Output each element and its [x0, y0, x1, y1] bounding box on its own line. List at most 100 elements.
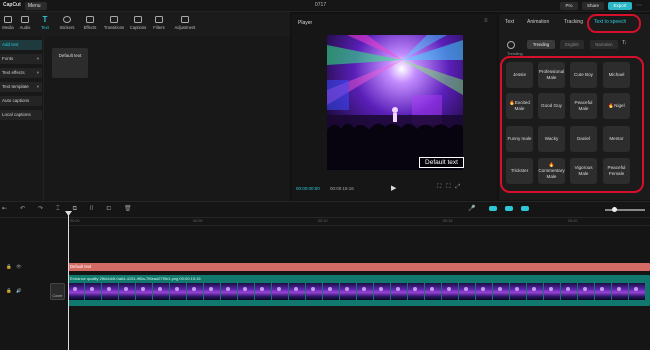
category-label: Local captions	[2, 112, 31, 117]
concert-image	[327, 35, 463, 170]
video-thumbnail	[357, 283, 373, 300]
category-text-effects[interactable]: Text effects ▾	[0, 68, 42, 78]
tool-filters[interactable]: Filters	[147, 15, 171, 35]
media-icon	[4, 16, 12, 23]
player-controls[interactable]: ⛶⛶⤢	[437, 184, 465, 191]
video-thumbnail	[578, 283, 594, 300]
category-label: Fonts	[2, 56, 14, 61]
chevron-down-icon: ▾	[36, 70, 39, 75]
menu-icon[interactable]: ≡	[484, 18, 488, 24]
text-category-panel: Add text Fonts ▾ Text effects ▾ Text templ…	[0, 36, 44, 201]
tool-adjustment[interactable]: Adjustment	[173, 15, 197, 35]
highlight-oval	[587, 14, 641, 33]
lock-icon[interactable]: 🔒	[6, 288, 12, 294]
tool-label: Stickers	[59, 25, 75, 30]
settings-icon[interactable]	[507, 41, 515, 49]
video-thumbnail	[561, 283, 577, 300]
stickers-icon	[63, 16, 71, 23]
video-thumbnails	[68, 283, 650, 300]
pro-button[interactable]: Pro	[560, 2, 578, 10]
tool-label: Effects	[83, 25, 97, 30]
video-thumbnail	[374, 283, 390, 300]
category-label: Text effects	[2, 70, 25, 75]
filter-trending[interactable]: Trending	[527, 40, 555, 49]
audio-icon	[21, 16, 29, 23]
video-thumbnail	[527, 283, 543, 300]
category-label: Text template	[2, 84, 29, 89]
video-thumbnail	[340, 283, 356, 300]
video-thumbnail	[119, 283, 135, 300]
tick-label: 00:20	[568, 219, 578, 223]
video-preview[interactable]	[327, 35, 463, 170]
snap-toggle[interactable]	[505, 206, 513, 211]
lock-icon[interactable]: 🔒	[6, 264, 12, 270]
text-clip[interactable]: Default text	[68, 263, 650, 271]
video-thumbnail	[544, 283, 560, 300]
adjustment-icon	[181, 16, 189, 23]
tool-transitions[interactable]: Transitions	[102, 15, 126, 35]
tab-text[interactable]: Text	[505, 19, 514, 25]
category-fonts[interactable]: Fonts ▾	[0, 54, 42, 64]
filter-more-icon[interactable]: Tᵢ	[622, 40, 626, 46]
chevron-down-icon: ▾	[36, 56, 39, 61]
video-thumbnail	[391, 283, 407, 300]
video-thumbnail	[425, 283, 441, 300]
transitions-icon	[110, 16, 118, 23]
zoom-slider[interactable]	[605, 209, 645, 211]
tool-effects[interactable]: Effects	[78, 15, 102, 35]
video-thumbnail	[629, 283, 645, 300]
video-thumbnail	[306, 283, 322, 300]
eye-icon[interactable]: 👁	[16, 264, 22, 270]
tool-stickers[interactable]: Stickers	[55, 15, 79, 35]
more-icon[interactable]: ⋯	[636, 2, 642, 9]
tool-text[interactable]: T Text	[33, 15, 57, 35]
video-thumbnail	[476, 283, 492, 300]
tool-label: Text	[41, 25, 49, 30]
current-time: 00:00:00:00	[296, 186, 320, 191]
tab-animation[interactable]: Animation	[527, 19, 549, 25]
time-ruler[interactable]: 00:00 00:05 00:10 00:15 00:20	[68, 218, 650, 226]
link-toggle[interactable]	[489, 206, 497, 211]
video-thumbnail	[612, 283, 628, 300]
category-add-text[interactable]: Add text	[0, 40, 42, 50]
captions-icon	[134, 16, 142, 23]
video-thumbnail	[170, 283, 186, 300]
tick-label: 00:00	[70, 219, 80, 223]
category-label: Add text	[2, 42, 19, 47]
video-thumbnail	[493, 283, 509, 300]
edit-tools[interactable]: ⇤↶↷⌶⧉⌷⧠🗑	[2, 205, 145, 213]
main-toolbar: Media Audio T Text Stickers Effects Trans…	[0, 12, 290, 36]
zoom-handle[interactable]	[612, 206, 617, 212]
video-thumbnail	[408, 283, 424, 300]
menu-button[interactable]: Menu	[25, 2, 47, 10]
share-button[interactable]: Share	[582, 2, 604, 10]
video-thumbnail	[136, 283, 152, 300]
text-overlay[interactable]: Default text	[419, 157, 464, 168]
video-thumbnail	[204, 283, 220, 300]
export-button[interactable]: Export	[608, 2, 632, 10]
effects-icon	[86, 16, 94, 23]
tab-tracking[interactable]: Tracking	[564, 19, 583, 25]
play-button[interactable]: ▶	[391, 184, 396, 192]
tool-label: Media	[2, 25, 14, 30]
tick-label: 00:15	[443, 219, 453, 223]
filter-english[interactable]: English	[560, 40, 584, 49]
video-thumbnail	[187, 283, 203, 300]
filter-narration[interactable]: Narration	[590, 40, 618, 49]
tick-label: 00:10	[318, 219, 328, 223]
highlight-oval	[500, 56, 644, 193]
audio-icon[interactable]: 🔊	[16, 288, 22, 294]
preview-toggle[interactable]	[521, 206, 529, 211]
chevron-down-icon: ▾	[36, 84, 39, 89]
category-local-captions[interactable]: Local captions	[0, 110, 42, 120]
cover-button[interactable]: Cover	[50, 283, 65, 300]
video-thumbnail	[289, 283, 305, 300]
category-auto-captions[interactable]: Auto captions	[0, 96, 42, 106]
video-thumbnail	[272, 283, 288, 300]
timeline-options[interactable]: 🎤	[468, 205, 481, 212]
category-text-template[interactable]: Text template ▾	[0, 82, 42, 92]
playhead[interactable]	[68, 213, 69, 350]
default-text-card[interactable]: Default text	[52, 48, 88, 78]
video-thumbnail	[68, 283, 84, 300]
project-title: 0717	[315, 2, 327, 8]
